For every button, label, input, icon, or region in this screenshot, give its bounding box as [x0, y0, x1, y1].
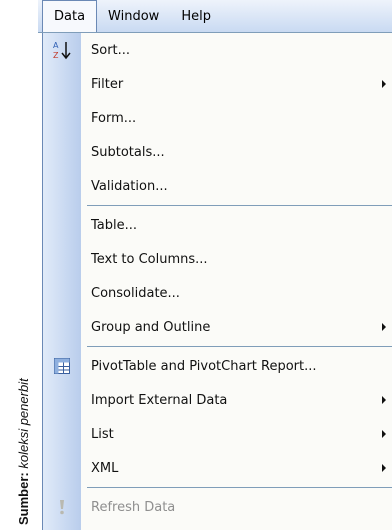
menu-item-filter[interactable]: Filter: [43, 67, 392, 101]
menu-item-pivottable[interactable]: PivotTable and PivotChart Report...: [43, 349, 392, 383]
menu-item-consolidate[interactable]: Consolidate...: [43, 276, 392, 310]
submenu-arrow-icon: [382, 80, 386, 88]
source-caption: Sumber: koleksi penerbit: [0, 0, 32, 530]
menu-separator: [87, 205, 392, 206]
pivot-table-icon: [43, 349, 81, 383]
menu-item-subtotals[interactable]: Subtotals...: [43, 135, 392, 169]
menu-help[interactable]: Help: [170, 0, 222, 32]
menu-separator: [87, 346, 392, 347]
menu-item-label: Table...: [91, 217, 138, 233]
svg-text:Z: Z: [53, 51, 59, 60]
menu-item-label: Consolidate...: [91, 285, 180, 301]
menu-item-label: Form...: [91, 110, 137, 126]
source-label: Sumber:: [16, 472, 31, 525]
menu-item-text-to-columns[interactable]: Text to Columns...: [43, 242, 392, 276]
menu-item-refresh-data[interactable]: Refresh Data: [43, 490, 392, 524]
menu-item-table[interactable]: Table...: [43, 208, 392, 242]
menu-item-validation[interactable]: Validation...: [43, 169, 392, 203]
menu-item-label: Subtotals...: [91, 144, 165, 160]
svg-text:A: A: [53, 41, 59, 50]
sort-az-icon: A Z: [43, 33, 81, 67]
data-menu-dropdown: A Z Sort... Filter Form... Subtotals... …: [42, 33, 392, 530]
menu-item-label: PivotTable and PivotChart Report...: [91, 358, 317, 374]
exclamation-icon: [43, 490, 81, 524]
excel-menu-screenshot: Data Window Help A Z Sort... Filter Form…: [38, 0, 392, 530]
submenu-arrow-icon: [382, 396, 386, 404]
submenu-arrow-icon: [382, 430, 386, 438]
menu-item-xml[interactable]: XML: [43, 451, 392, 485]
source-text: koleksi penerbit: [16, 378, 31, 469]
menu-item-form[interactable]: Form...: [43, 101, 392, 135]
menu-item-label: Refresh Data: [91, 499, 176, 515]
menu-window[interactable]: Window: [97, 0, 170, 32]
menu-data[interactable]: Data: [42, 0, 98, 32]
menu-item-label: List: [91, 426, 114, 442]
menu-item-group-and-outline[interactable]: Group and Outline: [43, 310, 392, 344]
submenu-arrow-icon: [382, 323, 386, 331]
menu-item-sort[interactable]: A Z Sort...: [43, 33, 392, 67]
menu-item-label: XML: [91, 460, 119, 476]
menu-item-label: Filter: [91, 76, 124, 92]
menu-item-label: Group and Outline: [91, 319, 211, 335]
menu-item-label: Sort...: [91, 42, 131, 58]
menu-item-label: Validation...: [91, 178, 168, 194]
menu-bar: Data Window Help: [38, 0, 392, 33]
menu-item-label: Text to Columns...: [91, 251, 208, 267]
menu-item-label: Import External Data: [91, 392, 228, 408]
submenu-arrow-icon: [382, 464, 386, 472]
menu-item-import-external-data[interactable]: Import External Data: [43, 383, 392, 417]
menu-separator: [87, 487, 392, 488]
menu-item-list[interactable]: List: [43, 417, 392, 451]
